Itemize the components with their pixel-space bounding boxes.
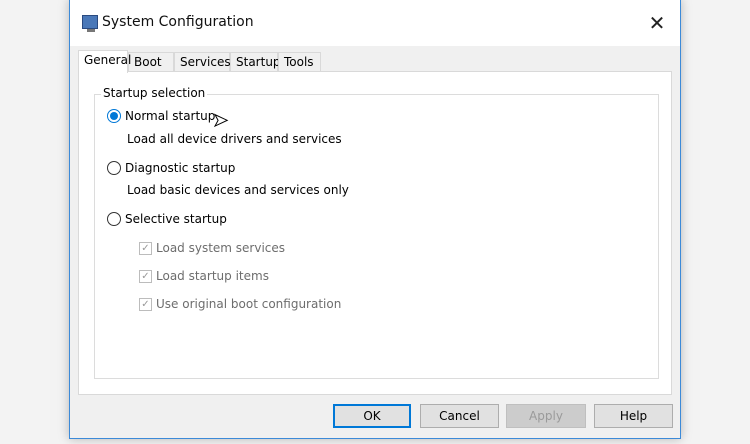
- mouse-cursor-icon: ➤: [213, 110, 228, 131]
- tab-general[interactable]: General: [78, 50, 128, 73]
- title-bar: System Configuration ✕: [70, 0, 680, 46]
- normal-startup-radio[interactable]: Normal startup: [107, 109, 215, 123]
- radio-label: Normal startup: [125, 109, 215, 123]
- use-original-boot-config-checkbox[interactable]: ✓Use original boot configuration: [139, 297, 341, 311]
- radio-label: Diagnostic startup: [125, 161, 235, 175]
- app-icon: [82, 15, 98, 29]
- normal-startup-desc: Load all device drivers and services: [127, 132, 342, 146]
- system-configuration-window: System Configuration ✕ General Boot Serv…: [69, 0, 681, 439]
- checkbox-label: Use original boot configuration: [156, 297, 341, 311]
- diagnostic-startup-radio[interactable]: Diagnostic startup: [107, 161, 235, 175]
- ok-button[interactable]: OK: [333, 404, 411, 428]
- checkbox-label: Load system services: [156, 241, 285, 255]
- window-title: System Configuration: [102, 14, 254, 30]
- load-startup-items-checkbox[interactable]: ✓Load startup items: [139, 269, 269, 283]
- checkbox-label: Load startup items: [156, 269, 269, 283]
- general-panel: Startup selection Normal startup Load al…: [78, 71, 672, 395]
- group-label: Startup selection: [101, 86, 207, 100]
- help-button[interactable]: Help: [594, 404, 673, 428]
- selective-startup-radio[interactable]: Selective startup: [107, 212, 227, 226]
- diagnostic-startup-desc: Load basic devices and services only: [127, 183, 349, 197]
- cancel-button[interactable]: Cancel: [420, 404, 499, 428]
- close-icon[interactable]: ✕: [634, 0, 680, 46]
- startup-selection-group: Startup selection Normal startup Load al…: [94, 94, 659, 379]
- tab-startup[interactable]: Startup: [230, 52, 278, 72]
- radio-label: Selective startup: [125, 212, 227, 226]
- tab-services[interactable]: Services: [174, 52, 230, 72]
- apply-button[interactable]: Apply: [506, 404, 586, 428]
- tab-boot[interactable]: Boot: [128, 52, 174, 72]
- load-system-services-checkbox[interactable]: ✓Load system services: [139, 241, 285, 255]
- tab-tools[interactable]: Tools: [278, 52, 321, 72]
